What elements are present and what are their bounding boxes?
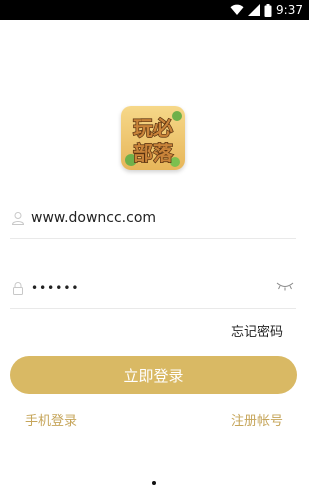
user-icon [11,211,25,225]
logo-line1: 玩必 [133,116,173,140]
username-field[interactable]: www.downcc.com [10,198,296,239]
status-time: 9:37 [276,3,303,17]
password-field[interactable]: •••••• [10,268,296,309]
lock-icon [11,281,25,295]
signal-icon [248,4,261,16]
login-button[interactable]: 立即登录 [10,356,297,394]
wifi-icon [230,4,244,16]
battery-icon [264,3,272,17]
eye-closed-icon[interactable] [276,281,294,291]
username-input[interactable]: www.downcc.com [31,210,156,226]
app-logo: 玩必 部落 [121,106,185,170]
nav-indicator [152,481,156,485]
password-input[interactable]: •••••• [31,281,79,295]
phone-login-link[interactable]: 手机登录 [25,410,77,429]
status-bar: 9:37 [0,0,309,20]
register-link[interactable]: 注册帐号 [231,410,283,429]
logo-line2: 部落 [133,141,174,165]
forgot-password-link[interactable]: 忘记密码 [231,321,283,340]
